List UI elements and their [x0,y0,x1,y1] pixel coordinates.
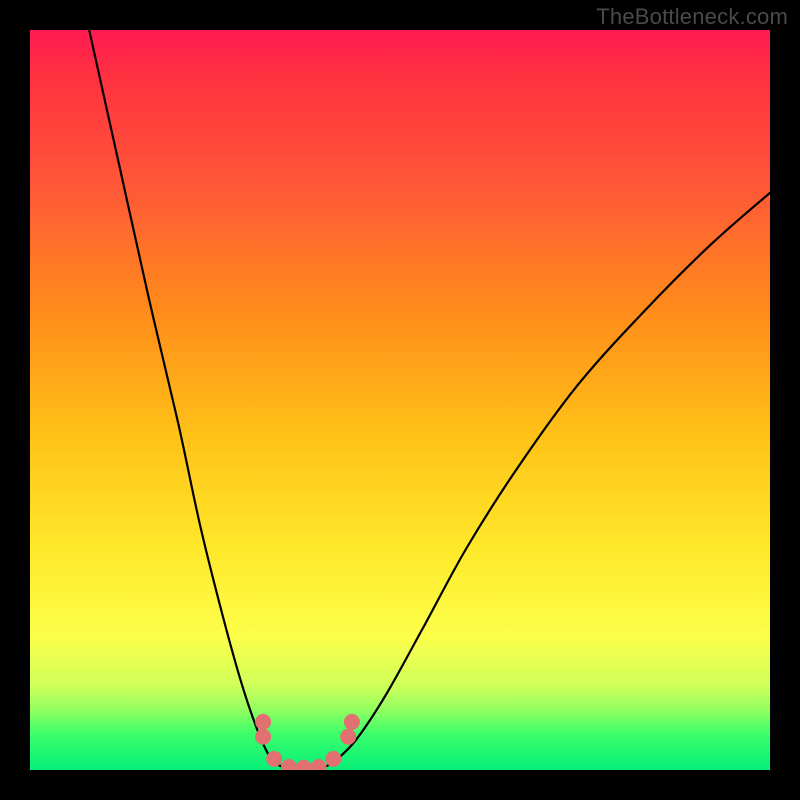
valley-marker [266,751,282,767]
valley-marker [311,759,327,770]
watermark-text: TheBottleneck.com [596,4,788,30]
valley-marker [325,751,341,767]
valley-marker [255,729,271,745]
valley-marker [296,760,312,770]
valley-marker [281,759,297,770]
valley-marker [344,714,360,730]
valley-marker [340,729,356,745]
bottleneck-curve [89,30,770,769]
chart-frame: TheBottleneck.com [0,0,800,800]
plot-area [30,30,770,770]
valley-marker [255,714,271,730]
valley-markers [255,714,360,770]
curve-svg [30,30,770,770]
